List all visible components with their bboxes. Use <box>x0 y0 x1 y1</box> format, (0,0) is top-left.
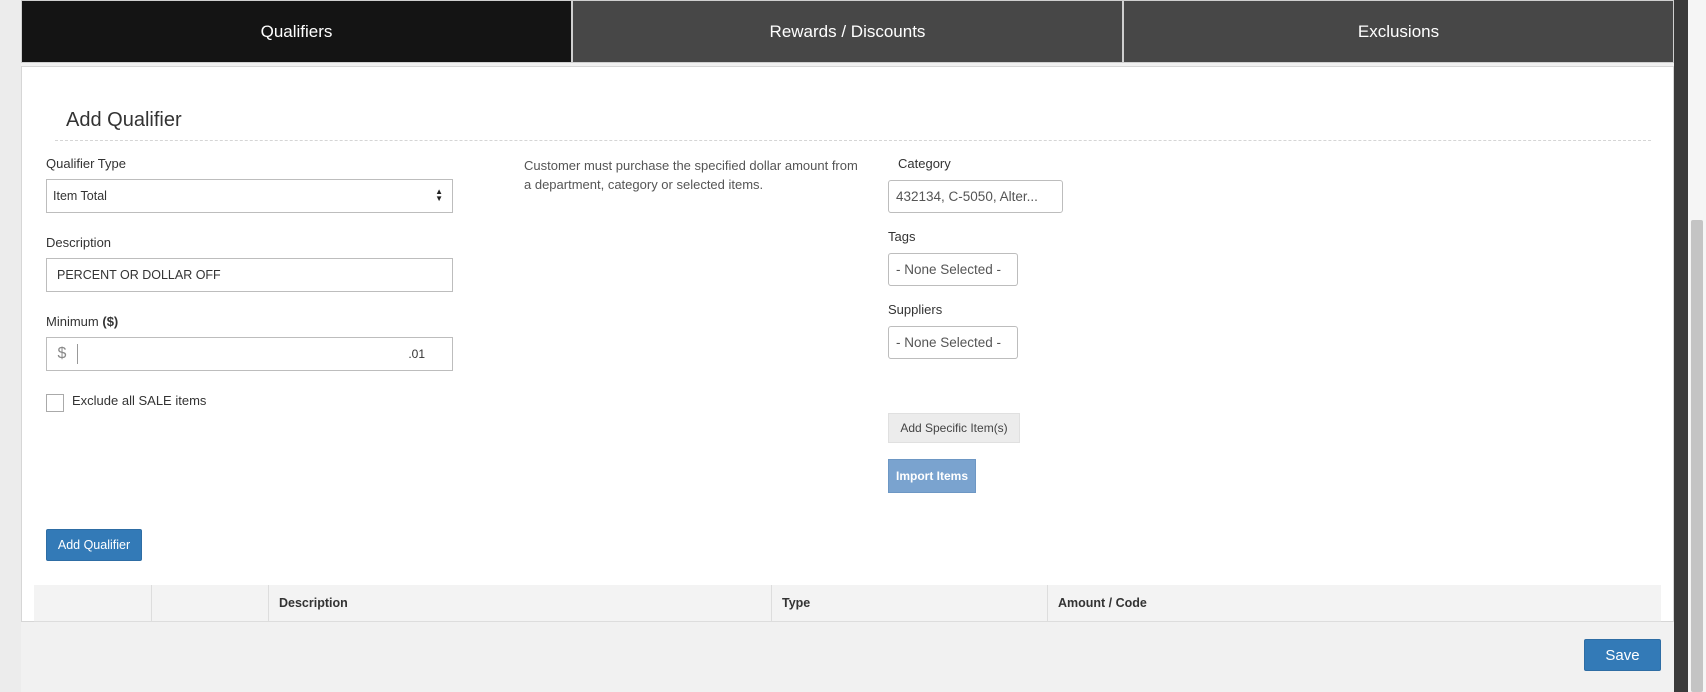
tab-rewards-discounts[interactable]: Rewards / Discounts <box>572 0 1123 63</box>
currency-addon: $ <box>57 345 67 362</box>
suppliers-value: - None Selected - <box>896 335 1002 350</box>
qualifiers-table-header: Description Type Amount / Code <box>34 585 1661 622</box>
tags-value: - None Selected - <box>896 262 1002 277</box>
minimum-label: Minimum ($) <box>46 314 118 329</box>
addon-separator <box>77 344 78 364</box>
tab-bar: Qualifiers Rewards / Discounts Exclusion… <box>21 0 1674 63</box>
category-dropdown[interactable]: 432134, C-5050, Alter... <box>888 180 1063 213</box>
description-input[interactable]: PERCENT OR DOLLAR OFF <box>46 258 453 292</box>
description-label: Description <box>46 235 112 250</box>
tab-qualifiers[interactable]: Qualifiers <box>21 0 572 63</box>
add-specific-items-button[interactable]: Add Specific Item(s) <box>888 413 1020 443</box>
column-header-blank-1 <box>34 585 151 621</box>
category-label: Category <box>898 156 951 171</box>
section-title: Add Qualifier <box>66 109 182 131</box>
minimum-suffix: .01 <box>408 347 425 361</box>
tab-exclusions[interactable]: Exclusions <box>1123 0 1674 63</box>
suppliers-label: Suppliers <box>888 302 943 317</box>
tags-dropdown[interactable]: - None Selected - <box>888 253 1018 286</box>
minimum-label-text: Minimum <box>46 314 99 329</box>
column-header-blank-2 <box>151 585 268 621</box>
column-header-amount-code: Amount / Code <box>1047 585 1661 621</box>
minimum-unit: ($) <box>102 314 119 329</box>
tags-label: Tags <box>888 229 916 244</box>
qualifier-type-value: Item Total <box>53 189 107 203</box>
qualifier-type-select[interactable]: Item Total ▲ ▼ <box>46 179 453 213</box>
minimum-input[interactable]: $ .01 <box>46 337 453 371</box>
scrollbar-thumb[interactable] <box>1691 220 1703 692</box>
add-qualifier-button[interactable]: Add Qualifier <box>46 529 142 561</box>
save-button[interactable]: Save <box>1584 639 1661 671</box>
select-arrows-icon: ▲ ▼ <box>435 187 443 203</box>
section-divider <box>55 140 1651 141</box>
suppliers-dropdown[interactable]: - None Selected - <box>888 326 1018 359</box>
left-gutter <box>0 0 21 692</box>
main-area: Qualifiers Rewards / Discounts Exclusion… <box>21 0 1674 692</box>
help-text: Customer must purchase the specified dol… <box>524 158 858 192</box>
qualifier-type-label: Qualifier Type <box>46 156 126 171</box>
category-value: 432134, C-5050, Alter... <box>896 189 1038 204</box>
exclude-sale-label: Exclude all SALE items <box>72 393 207 408</box>
column-header-type: Type <box>771 585 1047 621</box>
exclude-sale-checkbox[interactable] <box>46 394 64 412</box>
import-items-button[interactable]: Import Items <box>888 459 976 493</box>
qualifier-panel: Add Qualifier Qualifier Type Item Total … <box>21 66 1674 622</box>
column-header-description: Description <box>268 585 771 621</box>
description-value: PERCENT OR DOLLAR OFF <box>57 268 221 282</box>
